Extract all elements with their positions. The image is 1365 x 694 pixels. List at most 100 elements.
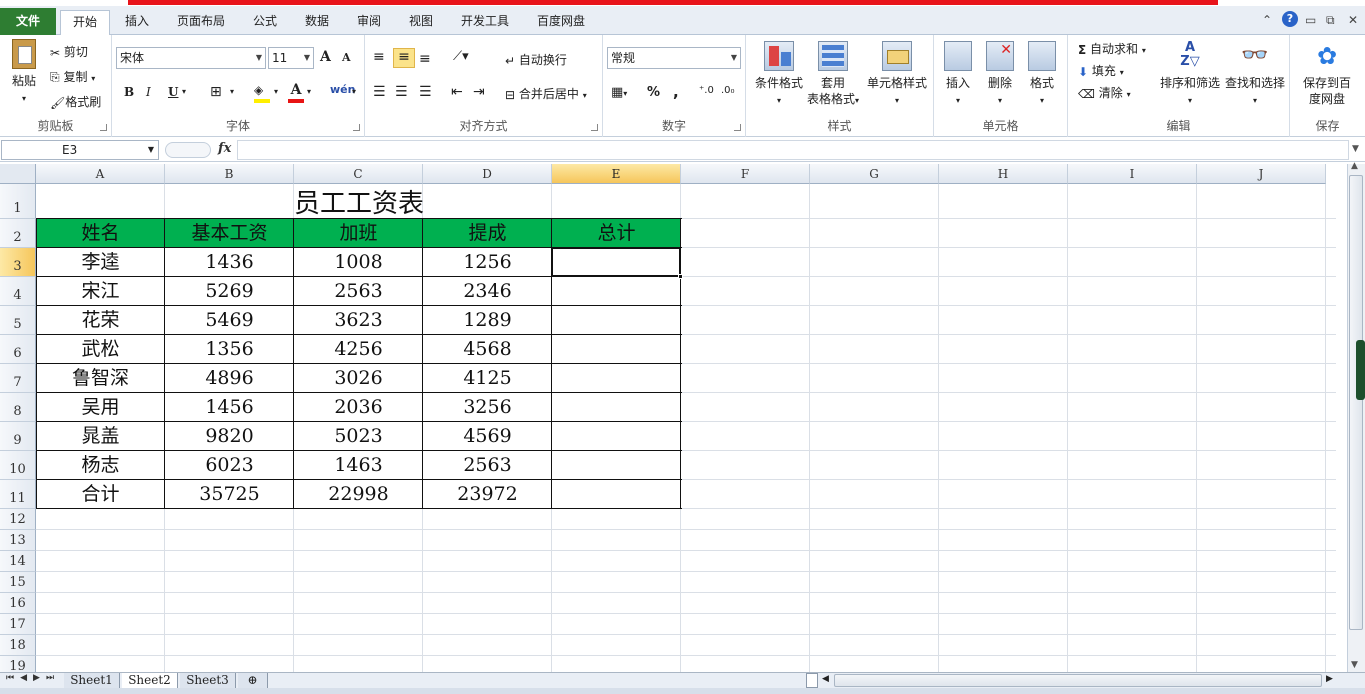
table-cell[interactable]: 2563 [294, 277, 423, 306]
number-format-combo[interactable]: 常规 ▼ [607, 47, 741, 69]
percent-button[interactable]: % [647, 85, 660, 100]
header-cell[interactable]: 姓名 [36, 219, 165, 248]
help-icon[interactable]: ? [1282, 11, 1298, 27]
row-header-14[interactable]: 14 [0, 551, 36, 572]
row-header-3[interactable]: 3 [0, 248, 36, 277]
worksheet-grid[interactable]: A B C D E F G H I J 1 2 3 4 5 6 7 8 9 10 11 12 13 14 15 16 17 18 19 员… [0, 164, 1347, 672]
table-cell[interactable] [552, 393, 681, 422]
tab-review[interactable]: 审阅 [348, 10, 390, 35]
align-top-icon[interactable]: ≡ [373, 49, 385, 65]
table-cell[interactable]: 2036 [294, 393, 423, 422]
fill-handle[interactable] [678, 274, 683, 279]
table-cell[interactable]: 6023 [165, 451, 294, 480]
formula-input[interactable] [237, 140, 1349, 160]
shrink-font-button[interactable]: A [342, 51, 351, 64]
format-cells-button[interactable]: 格式 ▾ [1024, 41, 1060, 109]
row-header-18[interactable]: 18 [0, 635, 36, 656]
table-cell[interactable] [552, 335, 681, 364]
row-header-2[interactable]: 2 [0, 219, 36, 248]
sheet-nav-arrows-icon[interactable]: ⏮◀▶⏭ [6, 673, 60, 683]
table-cell[interactable]: 5269 [165, 277, 294, 306]
table-cell[interactable] [552, 480, 681, 509]
table-cell[interactable]: 3256 [423, 393, 552, 422]
cut-button[interactable]: ✂ 剪切 [50, 43, 88, 60]
delete-cells-button[interactable]: ✕ 删除 ▾ [982, 41, 1018, 109]
orientation-icon[interactable]: ⟋▾ [453, 49, 469, 64]
fill-dropdown-icon[interactable]: ▾ [274, 87, 278, 96]
table-cell[interactable]: 晁盖 [36, 422, 165, 451]
row-header-12[interactable]: 12 [0, 509, 36, 530]
align-bottom-icon[interactable]: ≡ [419, 51, 431, 67]
minimize-icon[interactable]: ▭ [1305, 13, 1316, 27]
decrease-indent-icon[interactable]: ⇤ [451, 84, 463, 100]
row-header-1[interactable]: 1 [0, 184, 36, 219]
font-launcher-icon[interactable] [353, 124, 360, 131]
scroll-up-icon[interactable]: ▲ [1351, 161, 1358, 171]
paste-button[interactable]: 粘贴 ▾ [6, 39, 42, 107]
table-cell[interactable]: 3026 [294, 364, 423, 393]
table-cell[interactable]: 吴用 [36, 393, 165, 422]
column-header-h[interactable]: H [939, 164, 1068, 184]
tab-baidu-netdisk[interactable]: 百度网盘 [528, 10, 594, 35]
formula-expand-handle[interactable] [165, 142, 211, 158]
name-box[interactable]: E3 ▼ [1, 140, 159, 160]
column-header-g[interactable]: G [810, 164, 939, 184]
tab-home[interactable]: 开始 [60, 10, 110, 36]
tab-insert[interactable]: 插入 [116, 10, 158, 35]
side-panel-handle[interactable] [1356, 340, 1365, 400]
table-cell[interactable]: 1456 [165, 393, 294, 422]
italic-button[interactable]: I [146, 85, 151, 99]
table-cell[interactable]: 4568 [423, 335, 552, 364]
table-cell[interactable] [552, 451, 681, 480]
row-header-9[interactable]: 9 [0, 422, 36, 451]
row-header-6[interactable]: 6 [0, 335, 36, 364]
horizontal-scroll-thumb[interactable] [834, 674, 1322, 687]
currency-icon[interactable]: ▦▾ [611, 85, 627, 100]
fill-button[interactable]: ⬇ 填充 ▾ [1078, 62, 1124, 79]
vertical-scroll-thumb[interactable] [1349, 175, 1363, 630]
font-color-dropdown-icon[interactable]: ▾ [307, 87, 311, 96]
table-cell[interactable]: 22998 [294, 480, 423, 509]
restore-icon[interactable]: ⧉ [1326, 13, 1335, 28]
table-cell[interactable] [552, 306, 681, 335]
increase-indent-icon[interactable]: ⇥ [473, 84, 485, 100]
row-header-16[interactable]: 16 [0, 593, 36, 614]
font-name-combo[interactable]: 宋体 ▼ [116, 47, 266, 69]
row-header-10[interactable]: 10 [0, 451, 36, 480]
table-cell[interactable]: 4256 [294, 335, 423, 364]
bold-button[interactable]: B [124, 85, 134, 99]
row-header-15[interactable]: 15 [0, 572, 36, 593]
active-cell-cursor[interactable] [551, 247, 681, 277]
tab-developer[interactable]: 开发工具 [452, 10, 518, 35]
table-cell[interactable]: 1008 [294, 248, 423, 277]
table-cell[interactable]: 3623 [294, 306, 423, 335]
align-left-icon[interactable]: ☰ [373, 84, 386, 100]
table-cell[interactable]: 宋江 [36, 277, 165, 306]
table-cell[interactable] [552, 277, 681, 306]
conditional-format-button[interactable]: 条件格式 ▾ [750, 41, 808, 109]
row-header-8[interactable]: 8 [0, 393, 36, 422]
scroll-left-icon[interactable]: ◀ [822, 674, 829, 684]
number-launcher-icon[interactable] [734, 124, 741, 131]
row-header-4[interactable]: 4 [0, 277, 36, 306]
table-cell[interactable]: 鲁智深 [36, 364, 165, 393]
table-cell[interactable] [552, 364, 681, 393]
column-header-j[interactable]: J [1197, 164, 1326, 184]
sheet-title[interactable]: 员工工资表 [37, 184, 681, 219]
grow-font-button[interactable]: A [320, 49, 331, 65]
table-cell[interactable]: 花荣 [36, 306, 165, 335]
table-cell[interactable]: 4125 [423, 364, 552, 393]
header-cell[interactable]: 总计 [552, 219, 681, 248]
format-painter-button[interactable]: 🖌格式刷 [50, 93, 101, 110]
tab-data[interactable]: 数据 [296, 10, 338, 35]
table-cell[interactable]: 武松 [36, 335, 165, 364]
row-header-19[interactable]: 19 [0, 656, 36, 672]
copy-button[interactable]: ⎘ 复制 ▾ [50, 68, 95, 85]
table-cell[interactable]: 1436 [165, 248, 294, 277]
table-cell[interactable]: 杨志 [36, 451, 165, 480]
table-cell[interactable]: 4569 [423, 422, 552, 451]
border-icon[interactable]: ⊞ [210, 84, 222, 100]
autosum-button[interactable]: Σ 自动求和 ▾ [1078, 40, 1146, 57]
table-cell[interactable] [552, 422, 681, 451]
format-as-table-button[interactable]: 套用 表格格式▾ [804, 41, 862, 109]
